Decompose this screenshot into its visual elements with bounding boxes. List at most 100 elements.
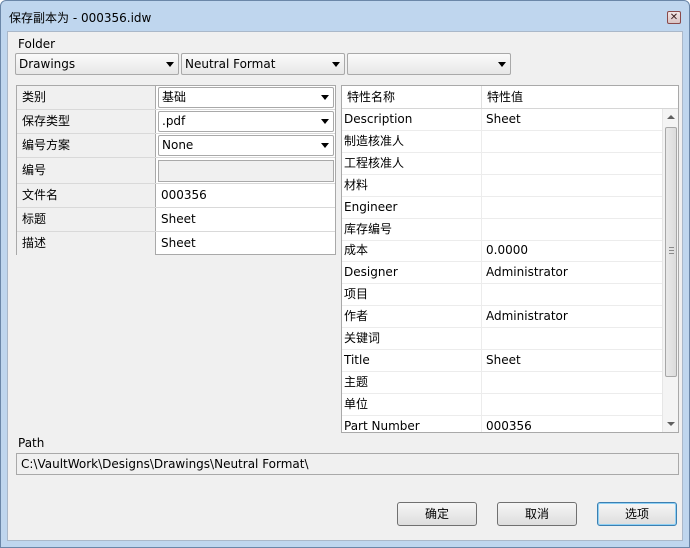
property-name-cell: Engineer (342, 196, 482, 218)
list-item[interactable]: Title Sheet (342, 349, 662, 372)
chevron-down-icon (166, 62, 174, 67)
save-copy-dialog: 保存副本为 - 000356.idw ✕ Folder Drawings Neu… (0, 0, 690, 548)
save-type-value: .pdf (162, 114, 186, 128)
scroll-up-icon[interactable] (667, 115, 675, 119)
folder-combo-2-value: Neutral Format (185, 57, 276, 71)
scroll-down-icon[interactable] (667, 422, 675, 426)
property-value-cell[interactable]: 000356 (482, 416, 662, 432)
property-name-cell: 主题 (342, 371, 482, 393)
scrollbar-thumb[interactable] (665, 127, 677, 377)
folder-combo-1[interactable]: Drawings (15, 53, 179, 75)
property-name: 文件名 (17, 184, 156, 207)
description-field[interactable]: Sheet (157, 232, 335, 255)
folder-combo-3[interactable] (347, 53, 511, 75)
property-row-category: 类别 基础 (17, 86, 335, 110)
property-name-cell: 单位 (342, 393, 482, 415)
list-item[interactable]: Part Number 000356 (342, 415, 662, 432)
property-value-cell[interactable] (482, 153, 662, 174)
list-item[interactable]: 项目 (342, 284, 662, 307)
list-item[interactable]: 制造核准人 (342, 130, 662, 153)
property-name: 描述 (17, 232, 156, 255)
list-item[interactable]: 材料 (342, 174, 662, 197)
number-field (158, 160, 334, 182)
dialog-body: Folder Drawings Neutral Format 类别 基础 保存类… (7, 31, 683, 541)
list-item[interactable]: 单位 (342, 393, 662, 416)
file-properties-grid: 类别 基础 保存类型 .pdf 编号方案 None 编号 文件名 000356 … (16, 85, 336, 255)
property-value-cell[interactable]: 0.0000 (482, 240, 662, 261)
list-item[interactable]: 成本 0.0000 (342, 240, 662, 263)
property-name-cell: 材料 (342, 174, 482, 196)
list-item[interactable]: 主题 (342, 371, 662, 394)
property-name: 保存类型 (17, 110, 156, 133)
property-name-cell: 工程核准人 (342, 152, 482, 174)
ok-button[interactable]: 确定 (397, 502, 477, 526)
property-value-cell[interactable]: Sheet (482, 109, 662, 130)
list-item[interactable]: Designer Administrator (342, 262, 662, 285)
category-combo[interactable]: 基础 (158, 87, 334, 108)
property-name-cell: Designer (342, 262, 482, 284)
grip-line (669, 247, 674, 248)
column-header-value[interactable]: 特性值 (482, 86, 662, 108)
property-name-cell: 关键词 (342, 328, 482, 349)
path-label: Path (18, 436, 45, 450)
list-item[interactable]: 工程核准人 (342, 152, 662, 175)
close-icon: ✕ (669, 11, 679, 23)
folder-combo-2[interactable]: Neutral Format (181, 53, 345, 75)
filename-field[interactable]: 000356 (157, 184, 335, 207)
list-item[interactable]: 作者 Administrator (342, 306, 662, 329)
property-name-cell: Title (342, 349, 482, 371)
list-item[interactable]: Engineer (342, 196, 662, 219)
property-value-cell[interactable]: Sheet (482, 350, 662, 371)
property-name: 编号 (17, 158, 156, 183)
property-row-number: 编号 (17, 158, 335, 184)
folder-label: Folder (18, 37, 56, 51)
property-value-cell[interactable] (482, 372, 662, 393)
property-name-cell: 库存编号 (342, 218, 482, 240)
property-row-description: 描述 Sheet (17, 232, 335, 256)
property-name-cell: 项目 (342, 284, 482, 306)
iproperties-list[interactable]: 特性名称 特性值 Description Sheet 制造核准人 工程核准人 材料 Eng… (341, 85, 679, 433)
property-name-cell: 成本 (342, 240, 482, 262)
property-name-cell: 制造核准人 (342, 130, 482, 152)
grip-line (669, 250, 674, 251)
grip-line (669, 253, 674, 254)
property-value-cell[interactable] (482, 175, 662, 196)
property-value-cell[interactable]: Administrator (482, 262, 662, 283)
chevron-down-icon (332, 62, 340, 67)
property-name: 编号方案 (17, 134, 156, 157)
chevron-down-icon (321, 119, 329, 124)
property-row-filename: 文件名 000356 (17, 184, 335, 208)
list-item[interactable]: 库存编号 (342, 218, 662, 241)
property-value-cell[interactable]: Administrator (482, 306, 662, 327)
property-value-cell[interactable] (482, 328, 662, 349)
property-value-cell[interactable] (482, 284, 662, 305)
property-value-cell[interactable] (482, 394, 662, 415)
list-header: 特性名称 特性值 (342, 86, 678, 109)
chevron-down-icon (498, 62, 506, 67)
title-field[interactable]: Sheet (157, 208, 335, 231)
property-value-cell[interactable] (482, 219, 662, 240)
property-row-title: 标题 Sheet (17, 208, 335, 232)
cancel-button[interactable]: 取消 (497, 502, 577, 526)
close-button[interactable]: ✕ (667, 11, 681, 24)
property-name-cell: Description (342, 109, 482, 130)
property-row-numbering-scheme: 编号方案 None (17, 134, 335, 158)
vertical-scrollbar[interactable] (662, 109, 678, 432)
property-name-cell: Part Number (342, 415, 482, 432)
property-value-cell[interactable] (482, 131, 662, 152)
folder-combo-1-value: Drawings (19, 57, 76, 71)
window-title: 保存副本为 - 000356.idw (9, 11, 152, 25)
property-name-cell: 作者 (342, 306, 482, 328)
chevron-down-icon (321, 95, 329, 100)
property-value-cell[interactable] (482, 197, 662, 218)
numbering-scheme-combo[interactable]: None (158, 135, 334, 156)
column-header-name[interactable]: 特性名称 (342, 86, 482, 108)
list-item[interactable]: 关键词 (342, 328, 662, 350)
property-name: 标题 (17, 208, 156, 231)
title-bar[interactable]: 保存副本为 - 000356.idw ✕ (1, 1, 689, 31)
category-value: 基础 (162, 90, 187, 104)
save-type-combo[interactable]: .pdf (158, 111, 334, 132)
options-button[interactable]: 选项 (597, 502, 677, 526)
path-field: C:\VaultWork\Designs\Drawings\Neutral Fo… (16, 453, 679, 475)
list-item[interactable]: Description Sheet (342, 109, 662, 131)
